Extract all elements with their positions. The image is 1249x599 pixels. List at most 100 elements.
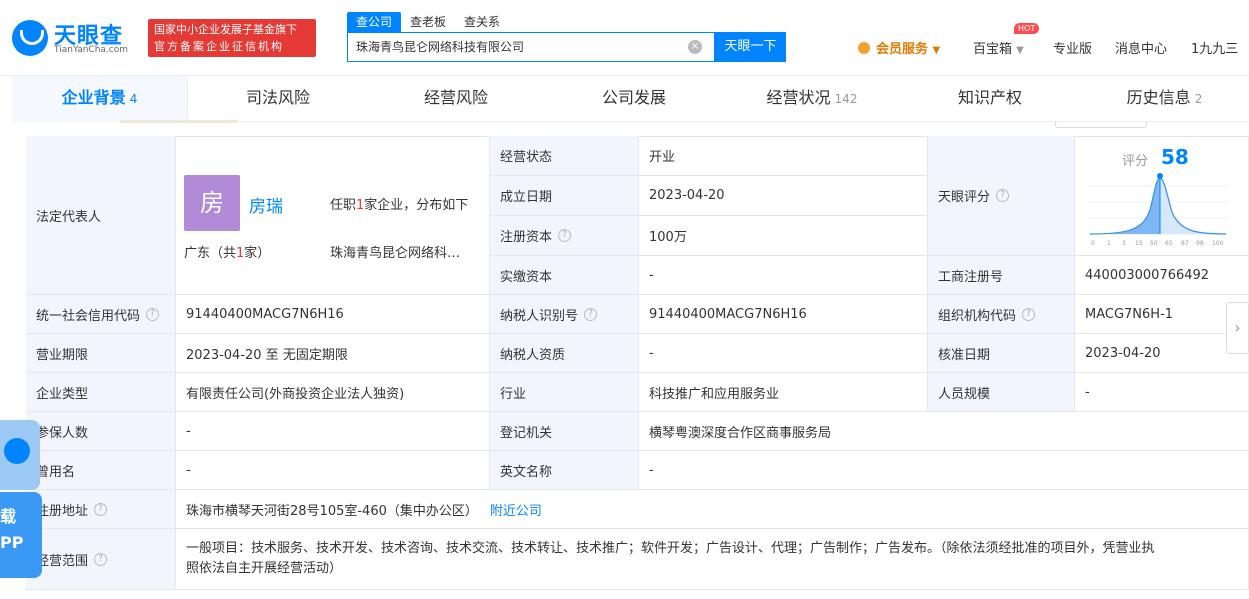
tab-label: 公司发展 <box>601 88 666 107</box>
help-icon[interactable]: ? <box>996 189 1010 202</box>
reg-capital-label: 注册资本? <box>490 216 639 256</box>
tab-label: 司法风险 <box>245 88 310 107</box>
staff-label: 人员规模 <box>928 373 1075 412</box>
help-icon[interactable]: ? <box>94 502 108 516</box>
score-distribution-chart[interactable]: 0 1 3 15 50 65 87 98 100 <box>1088 170 1228 250</box>
english-name-value: - <box>639 451 1249 490</box>
former-name-label: 曾用名 <box>26 451 176 490</box>
tab-label: 历史信息 <box>1126 88 1191 107</box>
taxpayer-id-label-text: 纳税人识别号 <box>500 308 579 324</box>
search-tab-boss[interactable]: 查老板 <box>401 12 455 32</box>
taxpayer-qual-value: - <box>639 334 928 373</box>
baibaoxiang-menu[interactable]: 百宝箱 ▼ <box>973 38 1024 57</box>
search-tab-relation[interactable]: 查关系 <box>455 12 509 32</box>
tab-underline <box>120 120 238 123</box>
tab-label: 企业背景 <box>61 88 126 107</box>
type-label: 企业类型 <box>26 373 176 412</box>
chart-tick: 50 <box>1150 240 1158 247</box>
address-label-text: 注册地址 <box>36 503 89 519</box>
logo[interactable]: 天眼查 TianYanCha.com <box>12 18 140 58</box>
chart-tick: 0 <box>1091 240 1095 247</box>
help-icon[interactable]: ? <box>1022 307 1036 321</box>
score-label: 评分 <box>1122 154 1149 169</box>
help-icon[interactable]: ? <box>558 229 572 242</box>
staff-value: - <box>1075 373 1249 412</box>
vip-label: 会员服务 <box>876 42 929 57</box>
tab-ip[interactable]: 知识产权 <box>900 76 1080 122</box>
tab-operation-risk[interactable]: 经营风险 <box>368 76 544 122</box>
scope-line-2: 照依法自主开展经营活动） <box>186 561 343 576</box>
credit-code-value: 91440400MACG7N6H16 <box>176 295 490 334</box>
tab-label: 经营状况 <box>766 88 831 107</box>
person-avatar[interactable]: 房 <box>184 175 240 231</box>
address-value: 珠海市横琴天河街28号105室-460（集中办公区） <box>186 503 478 519</box>
help-icon[interactable]: ? <box>94 552 108 566</box>
scope-label: 经营范围? <box>26 529 176 590</box>
status-value: 开业 <box>639 136 928 176</box>
download-app-float[interactable]: 载 PP <box>0 420 42 580</box>
download-app-label: 载 PP <box>0 492 42 578</box>
help-icon[interactable]: ? <box>584 307 598 321</box>
person-region-text: 广东（共1家） <box>184 242 270 261</box>
tab-label: 知识产权 <box>957 88 1022 107</box>
reg-no-value: 440003000766492 <box>1075 256 1249 295</box>
tab-count: 142 <box>834 92 858 106</box>
approved-label: 核准日期 <box>928 334 1075 373</box>
official-badge: 国家中小企业发展子基金旗下 官方备案企业征信机构 <box>148 19 316 57</box>
insured-value: - <box>176 412 490 451</box>
address-label: 注册地址? <box>26 490 176 529</box>
badge-line-2: 官方备案企业征信机构 <box>154 40 284 53</box>
chart-tick: 3 <box>1122 240 1126 247</box>
vip-service-menu[interactable]: 会员服务 ▼ <box>858 38 940 57</box>
badge-line-1: 国家中小企业发展子基金旗下 <box>154 23 297 36</box>
hot-badge: HOT <box>1014 23 1040 34</box>
type-value: 有限责任公司(外商投资企业法人独资) <box>176 373 490 412</box>
tab-history[interactable]: 历史信息 2 <box>1080 76 1249 122</box>
taxpayer-id-value: 91440400MACG7N6H16 <box>639 295 928 334</box>
tab-development[interactable]: 公司发展 <box>544 76 724 122</box>
tab-count: 4 <box>129 92 138 106</box>
baibaoxiang-label: 百宝箱 <box>973 42 1013 57</box>
address-value-cell: 珠海市横琴天河街28号105室-460（集中办公区） 附近公司 <box>176 490 1249 529</box>
score-value: 58 <box>1161 145 1189 169</box>
industry-value: 科技推广和应用服务业 <box>639 373 928 412</box>
chart-tick: 87 <box>1181 240 1189 247</box>
pro-version-link[interactable]: 专业版 <box>1053 38 1092 57</box>
search-button[interactable]: 天眼一下 <box>715 32 786 62</box>
search-tab-company[interactable]: 查公司 <box>347 12 402 32</box>
tab-judicial-risk[interactable]: 司法风险 <box>188 76 368 122</box>
legal-rep-label: 法定代表人 <box>26 136 176 295</box>
credit-code-label: 统一社会信用代码? <box>26 295 176 334</box>
chevron-right-icon[interactable]: › <box>1226 302 1249 354</box>
user-menu[interactable]: 1九九三 <box>1191 38 1238 57</box>
founded-label: 成立日期 <box>490 176 639 216</box>
search-input[interactable]: 珠海青鸟昆仑网络科技有限公司 <box>347 32 715 62</box>
person-name-link[interactable]: 房瑞 <box>249 192 283 217</box>
role-prefix: 任职 <box>330 198 357 213</box>
region-prefix: 广东（共 <box>184 246 237 261</box>
chart-tick: 98 <box>1196 240 1204 247</box>
tab-operation-status[interactable]: 经营状况 142 <box>724 76 900 122</box>
approved-value: 2023-04-20 <box>1075 334 1249 373</box>
top-header: 天眼查 TianYanCha.com 国家中小企业发展子基金旗下 官方备案企业征… <box>0 0 1249 76</box>
clear-icon[interactable]: × <box>688 40 702 54</box>
org-code-value: MACG7N6H-1 <box>1075 295 1249 334</box>
nearby-companies-link[interactable]: 附近公司 <box>490 500 542 519</box>
score-cell-label: 天眼评分? <box>928 136 1075 256</box>
paid-capital-label: 实缴资本 <box>490 256 639 295</box>
chart-tick: 100 <box>1212 240 1224 247</box>
person-company-link[interactable]: 珠海青鸟昆仑网络科… <box>330 242 460 261</box>
app-logo-icon <box>0 420 40 490</box>
logo-subtext: TianYanCha.com <box>54 45 129 55</box>
help-icon[interactable]: ? <box>146 307 160 321</box>
tab-background[interactable]: 企业背景 4 <box>12 76 188 122</box>
taxpayer-id-label: 纳税人识别号? <box>490 295 639 334</box>
former-name-value: - <box>176 451 490 490</box>
term-label: 营业期限 <box>26 334 176 373</box>
scope-label-text: 经营范围 <box>36 553 89 569</box>
term-value: 2023-04-20 至 无固定期限 <box>176 334 490 373</box>
chart-tick: 1 <box>1107 240 1111 247</box>
english-name-label: 英文名称 <box>490 451 639 490</box>
message-center-link[interactable]: 消息中心 <box>1115 38 1167 57</box>
scope-line-1: 一般项目：技术服务、技术开发、技术咨询、技术交流、技术转让、技术推广；软件开发；… <box>186 541 1155 556</box>
